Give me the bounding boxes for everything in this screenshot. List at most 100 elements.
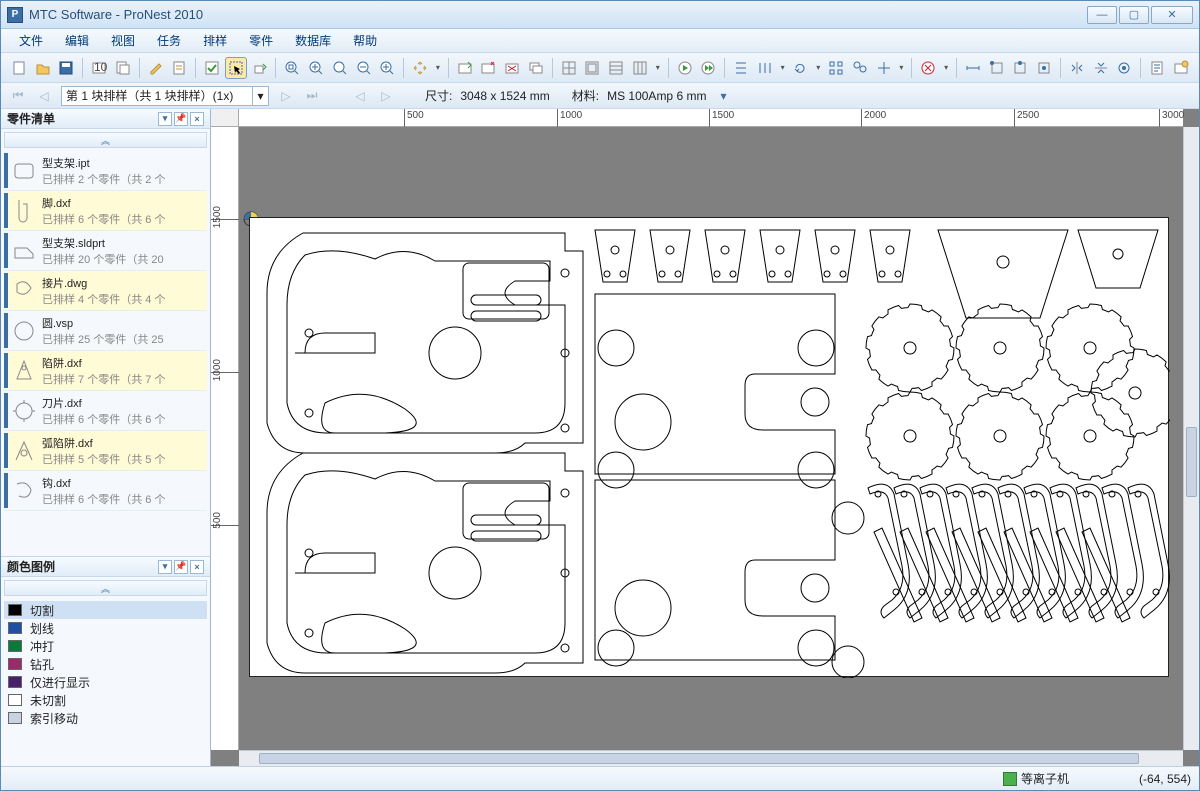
canvas[interactable] xyxy=(239,127,1183,750)
panel-options-icon[interactable]: ▾ xyxy=(158,112,172,126)
nest-clear-icon[interactable] xyxy=(501,57,523,79)
nav-first-icon[interactable]: ⏮ xyxy=(9,87,27,105)
task-icon[interactable] xyxy=(168,57,190,79)
zoom-in-icon[interactable] xyxy=(376,57,398,79)
panel-pin-icon[interactable]: 📌 xyxy=(174,112,188,126)
dim-icon[interactable] xyxy=(962,57,984,79)
dropdown-icon[interactable]: ▾ xyxy=(941,57,951,79)
nav-prev-icon[interactable]: ◁ xyxy=(35,87,53,105)
snap-1-icon[interactable] xyxy=(986,57,1008,79)
part-item[interactable]: 型支架.ipt已排样 2 个零件（共 2 个 xyxy=(4,151,207,191)
nest-add-icon[interactable] xyxy=(454,57,476,79)
dropdown-icon[interactable]: ▾ xyxy=(778,57,788,79)
menu-edit[interactable]: 编辑 xyxy=(55,30,99,51)
minimize-button[interactable]: — xyxy=(1087,6,1117,24)
copy-icon[interactable] xyxy=(112,57,134,79)
snap-2-icon[interactable] xyxy=(1010,57,1032,79)
legend-row[interactable]: 未切割 xyxy=(4,691,207,709)
new-icon[interactable] xyxy=(8,57,30,79)
zoom-fit-icon[interactable] xyxy=(305,57,327,79)
nest-selector[interactable]: ▾ xyxy=(61,86,269,106)
menu-part[interactable]: 零件 xyxy=(239,30,283,51)
panel-close-icon[interactable]: × xyxy=(190,112,204,126)
maximize-button[interactable]: ▢ xyxy=(1119,6,1149,24)
grid-3-icon[interactable] xyxy=(605,57,627,79)
part-item[interactable]: 钩.dxf已排样 6 个零件（共 6 个 xyxy=(4,471,207,511)
cluster-icon[interactable] xyxy=(849,57,871,79)
nav-fwd-icon[interactable]: ▷ xyxy=(377,87,395,105)
panel-close-icon[interactable]: × xyxy=(190,560,204,574)
dropdown-icon[interactable]: ▾ xyxy=(813,57,823,79)
scroll-thumb[interactable] xyxy=(1186,427,1197,497)
zoom-actual-icon[interactable] xyxy=(329,57,351,79)
code-icon[interactable]: 1010 xyxy=(88,57,110,79)
edit-icon[interactable] xyxy=(145,57,167,79)
legend-row[interactable]: 仅进行显示 xyxy=(4,673,207,691)
material-dropdown-icon[interactable]: ▾ xyxy=(714,87,732,105)
grid-2-icon[interactable] xyxy=(582,57,604,79)
align-2-icon[interactable] xyxy=(754,57,776,79)
parts-collapse-bar[interactable]: ︽ xyxy=(4,132,207,148)
legend-row[interactable]: 切割 xyxy=(4,601,207,619)
nest-copy-icon[interactable] xyxy=(525,57,547,79)
part-item[interactable]: 型支架.sldprt已排样 20 个零件（共 20 xyxy=(4,231,207,271)
menu-help[interactable]: 帮助 xyxy=(343,30,387,51)
part-item[interactable]: 圆.vsp已排样 25 个零件（共 25 xyxy=(4,311,207,351)
menu-task[interactable]: 任务 xyxy=(147,30,191,51)
mirror-h-icon[interactable] xyxy=(1066,57,1088,79)
play-icon[interactable] xyxy=(674,57,696,79)
zoom-out-icon[interactable] xyxy=(353,57,375,79)
grid-4-icon[interactable] xyxy=(629,57,651,79)
menu-nest[interactable]: 排样 xyxy=(193,30,237,51)
part-item[interactable]: 陷阱.dxf已排样 7 个零件（共 7 个 xyxy=(4,351,207,391)
nav-next-icon[interactable]: ▷ xyxy=(277,87,295,105)
menu-file[interactable]: 文件 xyxy=(9,30,53,51)
bump-icon[interactable] xyxy=(1114,57,1136,79)
close-button[interactable]: ✕ xyxy=(1151,6,1193,24)
nest-remove-icon[interactable] xyxy=(478,57,500,79)
dropdown-icon[interactable]: ▾ xyxy=(433,57,443,79)
save-icon[interactable] xyxy=(56,57,78,79)
horizontal-scrollbar[interactable] xyxy=(239,750,1183,766)
play-all-icon[interactable] xyxy=(697,57,719,79)
part-item[interactable]: 刀片.dxf已排样 6 个零件（共 6 个 xyxy=(4,391,207,431)
legend-row[interactable]: 划线 xyxy=(4,619,207,637)
align-1-icon[interactable] xyxy=(730,57,752,79)
check-icon[interactable] xyxy=(201,57,223,79)
move-part-icon[interactable] xyxy=(249,57,271,79)
nav-back-icon[interactable]: ◁ xyxy=(351,87,369,105)
pattern-icon[interactable] xyxy=(873,57,895,79)
dropdown-icon[interactable]: ▾ xyxy=(653,57,663,79)
report-icon[interactable] xyxy=(1146,57,1168,79)
zoom-window-icon[interactable] xyxy=(281,57,303,79)
rotate-icon[interactable] xyxy=(790,57,812,79)
legend-row[interactable]: 钻孔 xyxy=(4,655,207,673)
select-icon[interactable] xyxy=(225,57,247,79)
legend-collapse-bar[interactable]: ︽ xyxy=(4,580,207,596)
panel-options-icon[interactable]: ▾ xyxy=(158,560,172,574)
part-item[interactable]: 弧陷阱.dxf已排样 5 个零件（共 5 个 xyxy=(4,431,207,471)
open-icon[interactable] xyxy=(32,57,54,79)
nest-selector-input[interactable] xyxy=(62,87,252,105)
dropdown-icon[interactable]: ▾ xyxy=(252,87,268,105)
legend-row[interactable]: 冲打 xyxy=(4,637,207,655)
nest-sheet[interactable] xyxy=(249,217,1169,677)
snap-3-icon[interactable] xyxy=(1033,57,1055,79)
menu-view[interactable]: 视图 xyxy=(101,30,145,51)
part-thumb-icon xyxy=(12,236,36,266)
legend-row[interactable]: 索引移动 xyxy=(4,709,207,727)
grid-1-icon[interactable] xyxy=(558,57,580,79)
part-item[interactable]: 接片.dwg已排样 4 个零件（共 4 个 xyxy=(4,271,207,311)
scroll-thumb[interactable] xyxy=(259,753,1139,764)
nav-last-icon[interactable]: ⏭ xyxy=(303,87,321,105)
delete-icon[interactable] xyxy=(917,57,939,79)
part-item[interactable]: 脚.dxf已排样 6 个零件（共 6 个 xyxy=(4,191,207,231)
array-icon[interactable] xyxy=(825,57,847,79)
pan-icon[interactable] xyxy=(409,57,431,79)
vertical-scrollbar[interactable] xyxy=(1183,127,1199,750)
panel-pin-icon[interactable]: 📌 xyxy=(174,560,188,574)
mirror-v-icon[interactable] xyxy=(1090,57,1112,79)
dropdown-icon[interactable]: ▾ xyxy=(896,57,906,79)
settings-icon[interactable] xyxy=(1170,57,1192,79)
menu-database[interactable]: 数据库 xyxy=(285,30,341,51)
